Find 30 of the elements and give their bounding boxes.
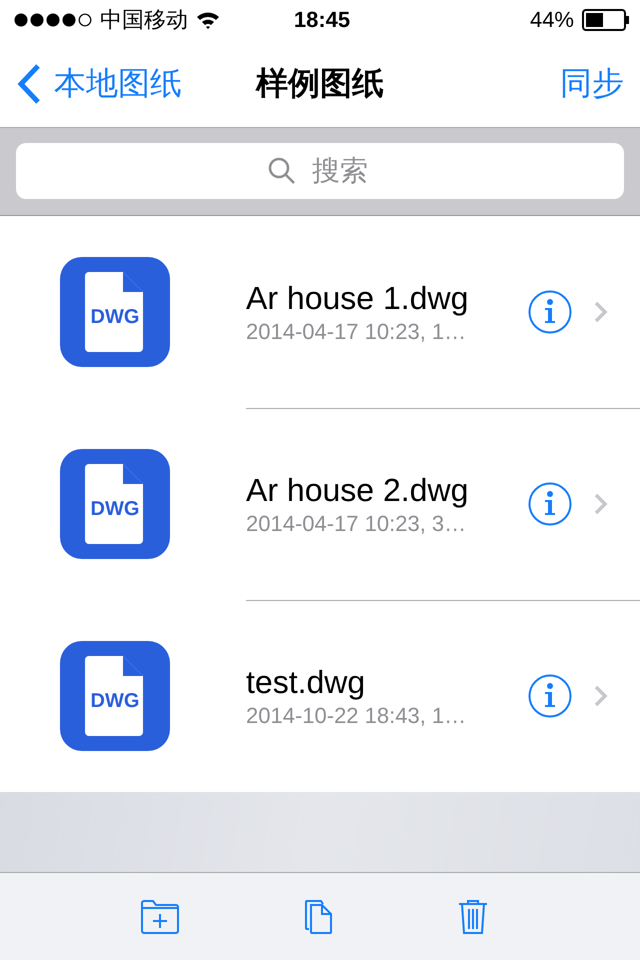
dwg-file-icon: DWG bbox=[60, 449, 170, 559]
info-icon[interactable] bbox=[528, 482, 572, 526]
back-chevron-icon bbox=[16, 62, 42, 104]
chevron-icon bbox=[594, 685, 608, 707]
file-name: test.dwg bbox=[246, 664, 366, 700]
file-details: 2014-10-22 18:43, 1… bbox=[246, 702, 468, 728]
file-name: Ar house 1.dwg bbox=[246, 280, 470, 316]
search-icon bbox=[268, 157, 296, 185]
file-name: Ar house 2.dwg bbox=[246, 472, 470, 508]
trash-icon[interactable] bbox=[458, 898, 488, 934]
carrier-name: 中国移动 bbox=[100, 6, 188, 34]
file-details: 2014-04-17 10:23, 1… bbox=[246, 318, 468, 344]
clock-time: 18:45 bbox=[294, 7, 350, 33]
copy-icon[interactable] bbox=[304, 898, 334, 934]
chevron-icon bbox=[594, 493, 608, 515]
file-details: 2014-04-17 10:23, 3… bbox=[246, 510, 468, 536]
new-folder-icon[interactable] bbox=[140, 900, 180, 934]
dwg-file-icon: DWG bbox=[60, 257, 170, 367]
wifi-icon bbox=[196, 11, 220, 29]
dwg-file-icon: DWG bbox=[60, 641, 170, 751]
back-button[interactable]: 本地图纸 bbox=[16, 62, 182, 106]
chevron-icon bbox=[594, 301, 608, 323]
signal-icon bbox=[14, 13, 92, 27]
info-icon[interactable] bbox=[528, 674, 572, 718]
page-title: 样例图纸 bbox=[256, 64, 384, 102]
battery-icon bbox=[582, 9, 630, 31]
sync-button[interactable]: 同步 bbox=[560, 62, 624, 106]
battery-percent: 44% bbox=[530, 7, 574, 33]
info-icon[interactable] bbox=[528, 290, 572, 334]
search-field[interactable]: 搜索 bbox=[16, 143, 624, 199]
